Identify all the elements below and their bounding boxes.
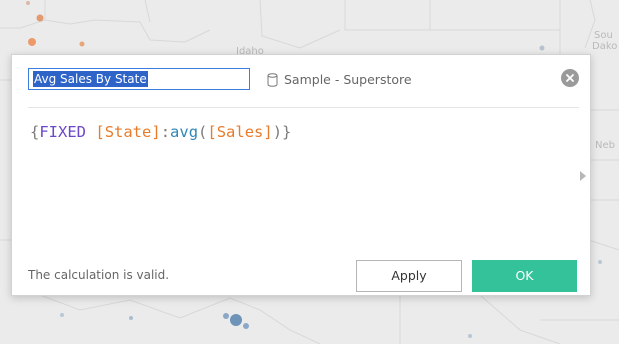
- datasource-label: Sample - Superstore: [267, 72, 412, 87]
- formula-keyword: FIXED: [39, 123, 87, 141]
- close-button[interactable]: [561, 69, 579, 87]
- map-label-south-dakota-1: Sou: [594, 30, 613, 41]
- close-icon: [566, 74, 574, 82]
- map-label-nebraska: Neb: [595, 140, 615, 151]
- header-divider: [28, 107, 579, 108]
- formula-paren-open: (: [198, 123, 208, 141]
- datasource-name: Sample - Superstore: [284, 72, 412, 87]
- database-icon: [267, 72, 278, 87]
- calculation-name-input[interactable]: Avg Sales By State: [28, 68, 250, 90]
- formula-field-sales: [Sales]: [207, 123, 273, 141]
- formula-paren-close: ): [272, 123, 283, 141]
- formula-editor[interactable]: {FIXED [State]:avg([Sales])}: [30, 123, 570, 253]
- validation-status: The calculation is valid.: [28, 268, 170, 282]
- ok-button[interactable]: OK: [472, 260, 577, 292]
- map-label-south-dakota-2: Dako: [592, 41, 618, 52]
- formula-colon: :: [160, 123, 171, 141]
- formula-close-brace: }: [282, 123, 292, 141]
- expand-arrow-icon[interactable]: [580, 171, 586, 181]
- formula-open-brace: {: [30, 123, 40, 141]
- calculation-dialog: Avg Sales By State Sample - Superstore {…: [11, 54, 591, 296]
- formula-function: avg: [170, 123, 199, 141]
- calculation-name-text: Avg Sales By State: [33, 71, 148, 87]
- apply-button[interactable]: Apply: [356, 260, 462, 292]
- formula-field-state: [State]: [95, 123, 161, 141]
